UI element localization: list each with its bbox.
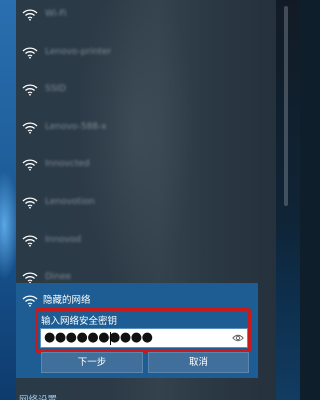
annotation-highlight-frame [35, 308, 251, 353]
wifi-icon [22, 47, 38, 59]
desktop-background-left [0, 0, 20, 400]
wifi-flyout-screen: Wi-Fi Lenovo-printer SSID Lenovo-588-x Innov… [0, 0, 300, 400]
next-button[interactable]: 下一步 [41, 352, 143, 373]
wifi-icon [22, 122, 38, 134]
network-list-item[interactable]: Innovcted [16, 150, 276, 187]
wifi-icon [22, 84, 38, 96]
network-list-item[interactable]: Lenovotion [16, 188, 276, 225]
wifi-icon [22, 295, 38, 307]
network-name: Wi-Fi [45, 9, 67, 19]
network-list-item[interactable]: Innovod [16, 226, 276, 263]
wifi-icon [22, 9, 38, 21]
network-name: Innovcted [45, 159, 90, 170]
wifi-icon [22, 197, 38, 209]
hidden-network-title: 隐藏的网络 [43, 295, 91, 306]
network-name: Innovod [45, 234, 82, 245]
scrollbar[interactable] [284, 6, 288, 206]
network-name: Dinee [45, 272, 72, 283]
wifi-icon [22, 235, 38, 247]
network-name: Lenovo-588-x [45, 121, 107, 132]
cancel-button[interactable]: 取消 [148, 352, 249, 373]
network-list-item[interactable]: Wi-Fi [16, 0, 276, 37]
network-list-item[interactable]: SSID [16, 75, 276, 112]
network-name: SSID [45, 84, 67, 95]
network-list-item[interactable]: Lenovo-588-x [16, 113, 276, 150]
desktop-background-right [276, 0, 300, 400]
network-name: Lenovo-printer [45, 46, 112, 57]
network-name: Lenovotion [45, 197, 95, 207]
network-settings-link[interactable]: 网络设置 [19, 392, 57, 400]
wifi-icon [22, 159, 38, 171]
network-list-item[interactable]: Lenovo-printer [16, 38, 276, 75]
